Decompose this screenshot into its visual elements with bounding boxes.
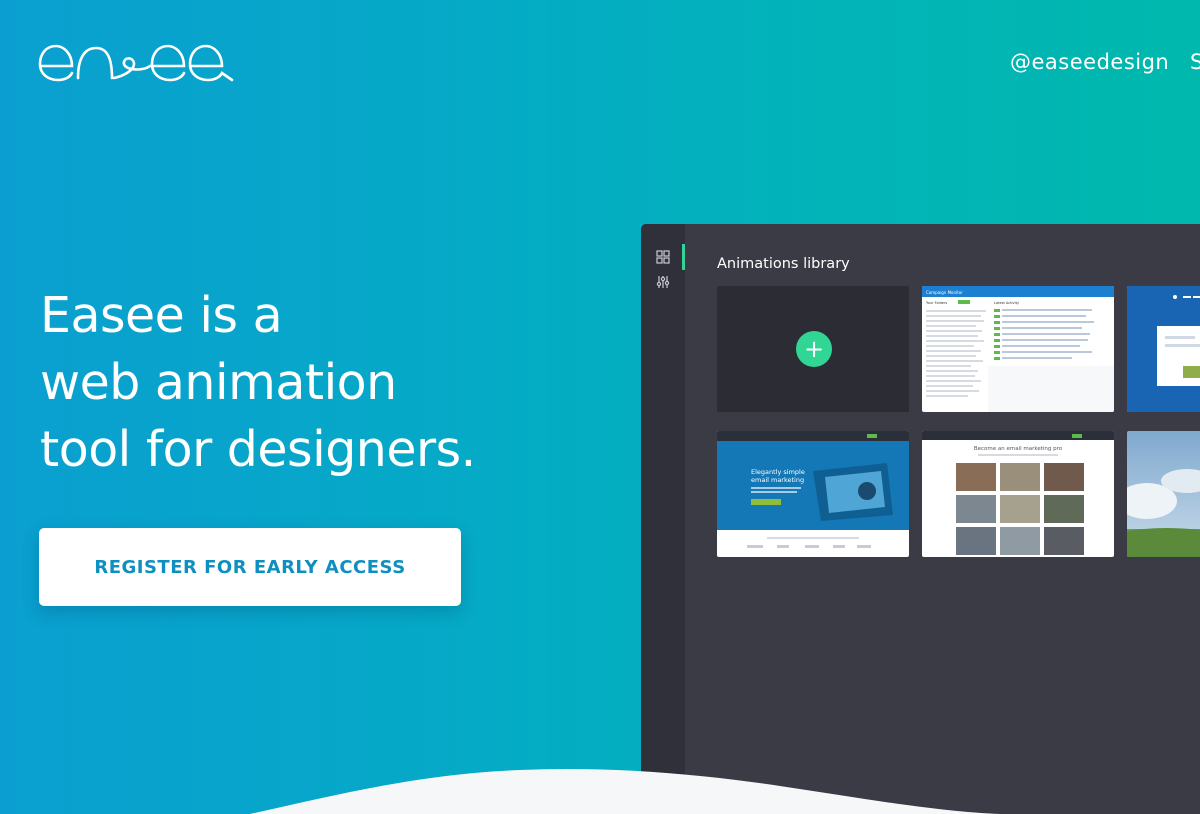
add-animation-button[interactable]: + (796, 331, 832, 367)
register-early-access-button[interactable]: REGISTER FOR EARLY ACCESS (39, 528, 461, 606)
sidebar-active-indicator (682, 244, 685, 270)
easee-logo[interactable]: easee (38, 40, 234, 86)
animation-thumbnail-page[interactable] (1127, 286, 1200, 412)
landing-headline-1: Elegantly simple (751, 468, 805, 476)
animation-thumbnail-landing[interactable]: Elegantly simple email marketing (717, 431, 909, 557)
dashboard-right-heading: Latest Activity (994, 301, 1019, 305)
bottom-wave-divider (0, 768, 1200, 814)
animation-thumbnail-grid[interactable]: Become an email marketing pro (922, 431, 1114, 557)
sky-preview-image (1127, 431, 1200, 557)
dashboard-left-heading: Your Folders (926, 301, 947, 305)
grid-icon[interactable] (656, 250, 670, 264)
hero-title-line-3: tool for designers. (40, 421, 476, 478)
hero-title-line-1: Easee is a (40, 287, 283, 344)
nav-twitter-link[interactable]: @easeedesign (1010, 50, 1169, 74)
animation-thumbnail-dashboard[interactable]: Campaign Monitor Your Folders Latest Act… (922, 286, 1114, 412)
app-sidebar (641, 224, 685, 814)
landing-headline-2: email marketing (751, 476, 804, 484)
nav-link-cropped[interactable]: S (1190, 50, 1200, 74)
sliders-icon[interactable] (656, 275, 670, 289)
dashboard-preview-image: Campaign Monitor Your Folders Latest Act… (922, 286, 1114, 412)
hero-title-line-2: web animation (40, 354, 397, 411)
animation-thumbnail-sky[interactable] (1127, 431, 1200, 557)
page-preview-image (1127, 286, 1200, 412)
grid-preview-image: Become an email marketing pro (922, 431, 1114, 555)
hero-title: Easee is a web animation tool for design… (40, 282, 560, 483)
grid-headline: Become an email marketing pro (974, 446, 1063, 452)
new-animation-tile[interactable]: + (717, 286, 909, 412)
app-preview-window: Animations library + Campaign Monitor Yo… (641, 224, 1200, 814)
animations-library-title: Animations library (717, 256, 850, 272)
dashboard-brand: Campaign Monitor (926, 290, 963, 295)
landing-preview-image: Elegantly simple email marketing (717, 431, 909, 548)
